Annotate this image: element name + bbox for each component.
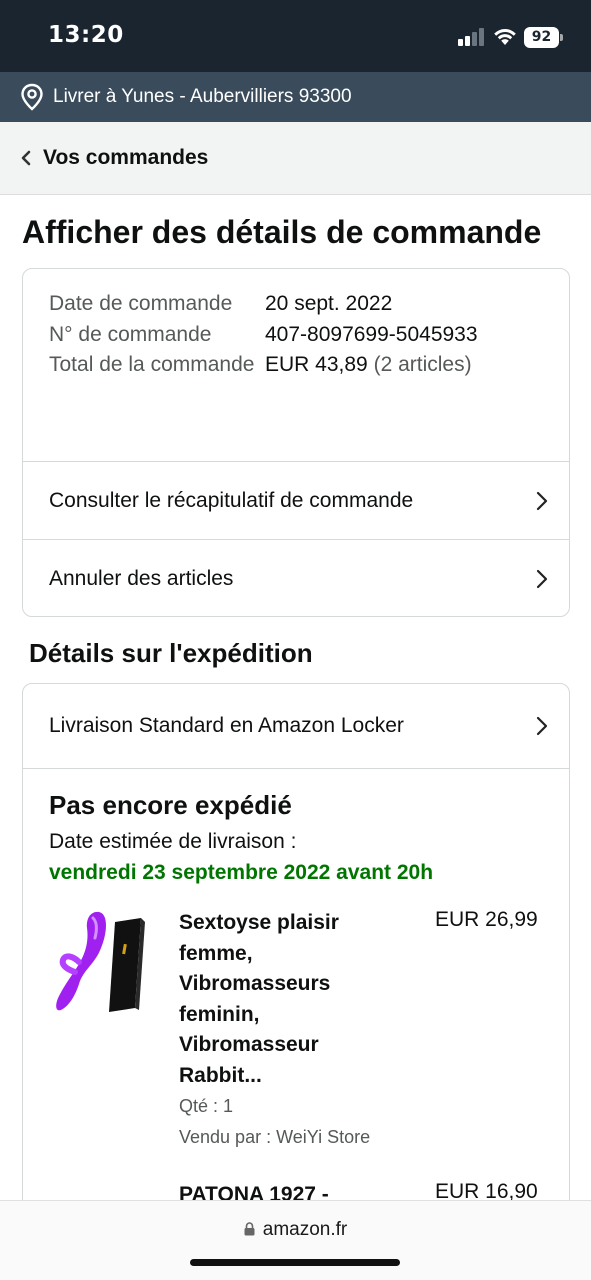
cancel-items-label: Annuler des articles — [49, 566, 234, 590]
status-time: 13:20 — [48, 22, 124, 48]
cellular-signal-icon — [458, 28, 486, 46]
back-link-label: Vos commandes — [43, 146, 209, 169]
order-date-row: Date de commande 20 sept. 2022 — [49, 289, 549, 320]
order-info: Date de commande 20 sept. 2022 N° de com… — [49, 289, 549, 381]
product-title-link[interactable]: Sextoyse plaisir femme, Vibromasseurs fe… — [179, 908, 379, 1091]
order-total-value: EUR 43,89 (2 articles) — [265, 350, 472, 381]
back-navigation[interactable]: Vos commandes — [0, 122, 591, 195]
order-summary-card: Date de commande 20 sept. 2022 N° de com… — [22, 268, 570, 617]
chevron-right-icon — [536, 569, 548, 588]
url-text: amazon.fr — [262, 1219, 348, 1240]
product-quantity: Qté : 1 — [179, 1096, 234, 1116]
order-item-count: (2 articles) — [373, 353, 472, 376]
view-order-summary-label: Consulter le récapitulatif de commande — [49, 488, 414, 512]
order-total-amount: EUR 43,89 — [265, 353, 368, 376]
page-title: Afficher des détails de commande — [22, 214, 542, 250]
order-item[interactable]: Sextoyse plaisir femme, Vibromasseurs fe… — [49, 908, 549, 1158]
shipment-status: Pas encore expédié — [49, 790, 292, 820]
order-number-row: N° de commande 407-8097699-5045933 — [49, 320, 549, 351]
lock-icon — [244, 1222, 255, 1236]
wifi-icon — [494, 29, 516, 45]
product-image[interactable] — [49, 908, 159, 1018]
shipping-method-link[interactable]: Livraison Standard en Amazon Locker — [23, 684, 569, 769]
estimated-delivery-date: vendredi 23 septembre 2022 avant 20h — [49, 861, 434, 884]
order-date-value: 20 sept. 2022 — [265, 292, 393, 315]
cancel-items-link[interactable]: Annuler des articles — [23, 539, 569, 616]
order-number-value: 407-8097699-5045933 — [265, 322, 478, 346]
url-display[interactable]: amazon.fr — [0, 1219, 591, 1241]
shipping-section-title: Détails sur l'expédition — [29, 638, 313, 668]
delivery-location-text: Livrer à Yunes - Aubervilliers 93300 — [53, 86, 352, 107]
battery-icon: 92 — [524, 27, 563, 48]
product-price: EUR 26,99 — [435, 908, 538, 931]
order-date-label: Date de commande — [49, 292, 233, 315]
chevron-right-icon — [536, 716, 548, 736]
view-order-summary-link[interactable]: Consulter le récapitulatif de commande — [23, 461, 569, 539]
browser-address-bar[interactable]: amazon.fr — [0, 1200, 591, 1280]
shipping-method-label: Livraison Standard en Amazon Locker — [49, 714, 404, 737]
order-total-row: Total de la commande EUR 43,89 (2 articl… — [49, 350, 549, 381]
estimated-delivery-label: Date estimée de livraison : — [49, 830, 297, 853]
home-indicator[interactable] — [190, 1259, 400, 1266]
order-total-label: Total de la commande — [49, 353, 255, 376]
product-seller[interactable]: Vendu par : WeiYi Store — [179, 1127, 370, 1148]
battery-level: 92 — [524, 27, 559, 48]
shipment-card: Livraison Standard en Amazon Locker Pas … — [22, 683, 570, 1243]
chevron-right-icon — [536, 491, 548, 510]
status-bar: 13:20 92 — [0, 0, 591, 72]
location-pin-icon — [21, 83, 43, 111]
chevron-left-icon — [21, 150, 31, 166]
order-number-label: N° de commande — [49, 322, 212, 346]
delivery-location-bar[interactable]: Livrer à Yunes - Aubervilliers 93300 — [0, 72, 591, 122]
